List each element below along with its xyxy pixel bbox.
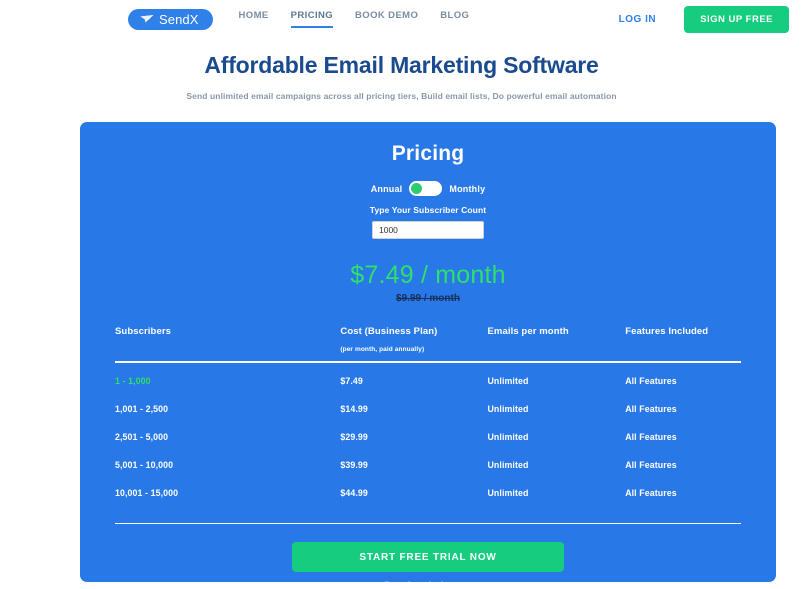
header-cost-note: (per month, paid annually) [340,346,425,353]
header-cost: Cost (Business Plan) (per month, paid an… [340,326,487,353]
cell-features: All Features [625,403,677,414]
table-row[interactable]: 2,501 - 5,000 $29.99 Unlimited All Featu… [115,419,741,447]
cell-features: All Features [625,431,677,442]
cell-emails: Unlimited [487,375,529,386]
signup-free-button[interactable]: SIGN UP FREE [684,5,789,33]
subscriber-input-wrap [115,221,741,239]
cell-subscribers: 1 - 1,000 [115,375,151,386]
nav-item-book-demo[interactable]: BOOK DEMO [355,10,418,28]
billing-period-toggle[interactable] [409,181,443,196]
page-subtitle: Send unlimited email campaigns across al… [186,91,617,101]
table-row[interactable]: 10,001 - 15,000 $44.99 Unlimited All Fea… [115,475,741,503]
paper-plane-icon [140,14,154,24]
start-free-trial-button[interactable]: START FREE TRIAL NOW [292,542,564,572]
header-cost-text: Cost (Business Plan) [340,326,438,337]
sendx-logo[interactable]: SendX [128,8,213,30]
cell-emails: Unlimited [487,459,529,470]
cta-note: No credit card required. Instant setup. [358,580,498,589]
cell-subscribers: 5,001 - 10,000 [115,459,174,470]
cell-features: All Features [625,375,677,386]
toggle-knob [411,183,423,194]
pricing-card: Pricing Annual Monthly Type Your Subscri… [80,122,776,589]
header-subscribers: Subscribers [115,326,172,337]
subscriber-count-label: Type Your Subscriber Count [369,205,487,215]
cell-features: All Features [625,459,677,470]
original-price: $9.99 / month [396,293,460,304]
table-header-row: Subscribers Cost (Business Plan) (per mo… [115,326,741,357]
cell-emails: Unlimited [487,431,529,442]
login-link[interactable]: LOG IN [619,14,656,25]
nav-item-home[interactable]: HOME [239,10,269,28]
cell-cost: $29.99 [340,431,368,442]
pricing-heading: Pricing [391,142,465,165]
nav-item-pricing[interactable]: PRICING [290,10,334,28]
cell-cost: $39.99 [340,459,368,470]
cell-emails: Unlimited [487,487,529,498]
cell-cost: $44.99 [340,487,368,498]
table-row[interactable]: 5,001 - 10,000 $39.99 Unlimited All Feat… [115,447,741,475]
table-row[interactable]: 1,001 - 2,500 $14.99 Unlimited All Featu… [115,391,741,419]
toggle-label-monthly[interactable]: Monthly [449,184,485,194]
pricing-table: Subscribers Cost (Business Plan) (per mo… [115,326,741,524]
hero-section: Affordable Email Marketing Software Send… [0,38,803,101]
header-features: Features Included [625,326,709,337]
current-price: $7.49 / month [350,261,506,289]
logo-text: SendX [159,11,199,27]
billing-period-toggle-row: Annual Monthly [115,181,741,196]
table-footer-divider [115,522,741,524]
nav-links: HOME PRICING BOOK DEMO BLOG [239,10,470,28]
toggle-label-annual[interactable]: Annual [371,184,403,194]
cell-subscribers: 2,501 - 5,000 [115,431,169,442]
cell-subscribers: 10,001 - 15,000 [115,487,179,498]
header-emails: Emails per month [487,326,569,337]
table-row[interactable]: 1 - 1,000 $7.49 Unlimited All Features [115,363,741,391]
nav-item-blog[interactable]: BLOG [440,10,469,28]
subscriber-count-input[interactable] [372,221,484,239]
cell-cost: $7.49 [340,375,363,386]
top-navbar: SendX HOME PRICING BOOK DEMO BLOG LOG IN… [0,0,803,38]
cell-emails: Unlimited [487,403,529,414]
cta-section: START FREE TRIAL NOW No credit card requ… [115,542,741,589]
nav-actions: LOG IN SIGN UP FREE [619,5,789,33]
cell-features: All Features [625,487,677,498]
cell-subscribers: 1,001 - 2,500 [115,403,169,414]
cell-cost: $14.99 [340,403,368,414]
page-title: Affordable Email Marketing Software [204,52,599,78]
